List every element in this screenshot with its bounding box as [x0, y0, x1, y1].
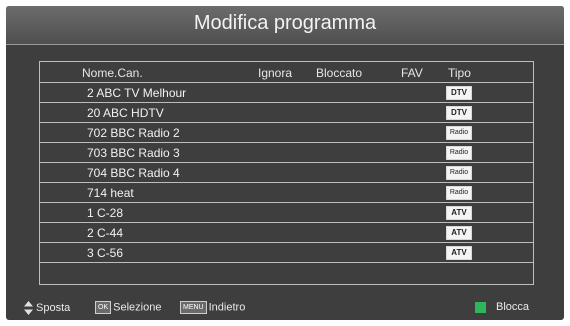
- channel-type-badge: Radio: [446, 166, 472, 180]
- channel-name: 702 BBC Radio 2: [87, 126, 180, 140]
- channel-row[interactable]: 714 heat Radio: [40, 183, 533, 203]
- column-header-fav: FAV: [401, 66, 423, 80]
- back-hint: MENU Indietro: [180, 301, 245, 314]
- channel-row[interactable]: 703 BBC Radio 3 Radio: [40, 143, 533, 163]
- channel-type-badge: Radio: [446, 186, 472, 200]
- channel-type-badge: ATV: [446, 206, 472, 220]
- lock-label: Blocca: [496, 301, 530, 313]
- channel-row[interactable]: 702 BBC Radio 2 Radio: [40, 123, 533, 143]
- column-header-skip: Ignora: [258, 66, 293, 80]
- select-hint: OK Selezione: [95, 301, 161, 314]
- tv-screen: Modifica programma Nome.Can. Ignora Bloc…: [6, 6, 564, 320]
- channel-name: 20 ABC HDTV: [87, 106, 164, 120]
- back-label: Indietro: [208, 301, 246, 314]
- channel-type-badge: Radio: [446, 126, 472, 140]
- channel-type-badge: Radio: [446, 146, 472, 160]
- channel-name: 704 BBC Radio 4: [87, 166, 180, 180]
- channel-row[interactable]: 1 C-28 ATV: [40, 203, 533, 223]
- channel-type-badge: DTV: [446, 106, 472, 120]
- channel-name: 3 C-56: [87, 246, 124, 260]
- channel-name: 1 C-28: [87, 206, 124, 220]
- ok-key-icon: OK: [95, 301, 112, 314]
- channel-name: 714 heat: [87, 186, 134, 200]
- channel-name: 703 BBC Radio 3: [87, 146, 180, 160]
- key-hints-bar: Sposta OK Selezione MENU Indietro Blocca: [6, 298, 564, 318]
- menu-key-icon: MENU: [180, 301, 207, 314]
- green-key-icon: [475, 301, 486, 313]
- table-header: Nome.Can. Ignora Bloccato FAV Tipo: [40, 62, 533, 83]
- channel-row[interactable]: 2 ABC TV Melhour DTV: [40, 83, 533, 103]
- channel-row[interactable]: 2 C-44 ATV: [40, 223, 533, 243]
- channel-table: Nome.Can. Ignora Bloccato FAV Tipo 2 ABC…: [39, 61, 534, 285]
- up-down-arrows-icon: [24, 301, 33, 315]
- select-label: Selezione: [113, 301, 162, 314]
- move-hint: Sposta: [24, 301, 70, 315]
- channel-name: 2 ABC TV Melhour: [87, 86, 187, 100]
- channel-row[interactable]: 704 BBC Radio 4 Radio: [40, 163, 533, 183]
- column-header-name: Nome.Can.: [82, 66, 143, 80]
- channel-row[interactable]: 20 ABC HDTV DTV: [40, 103, 533, 123]
- channel-row[interactable]: 3 C-56 ATV: [40, 243, 533, 263]
- title-bar: Modifica programma: [6, 6, 564, 45]
- channel-type-badge: DTV: [446, 86, 472, 100]
- empty-row: [40, 263, 533, 282]
- channel-name: 2 C-44: [87, 226, 124, 240]
- column-header-type: Tipo: [448, 66, 471, 80]
- channel-type-badge: ATV: [446, 226, 472, 240]
- column-header-lock: Bloccato: [316, 66, 363, 80]
- lock-hint: Blocca: [475, 301, 529, 313]
- page-title: Modifica programma: [193, 12, 377, 34]
- move-label: Sposta: [36, 301, 71, 314]
- channel-type-badge: ATV: [446, 246, 472, 260]
